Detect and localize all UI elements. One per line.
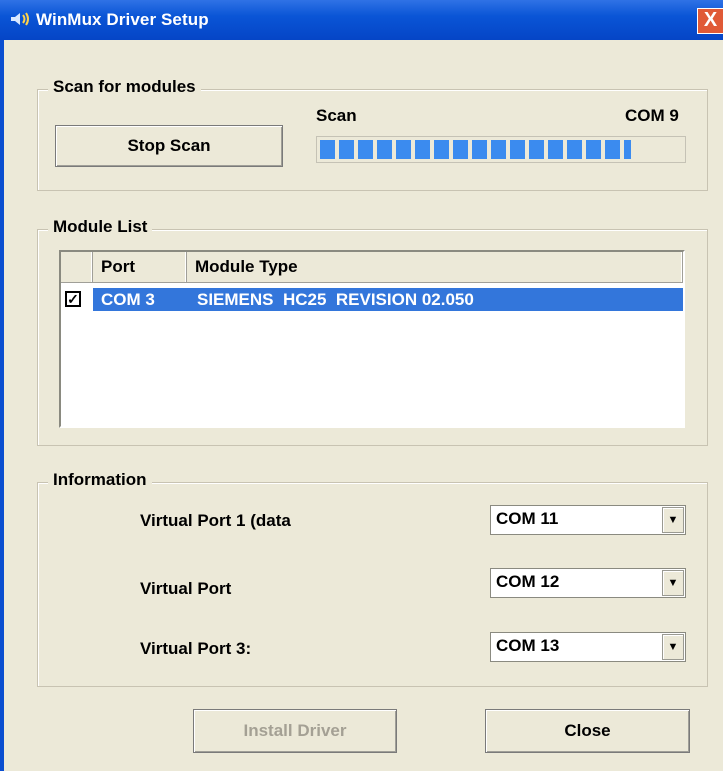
information-group-title: Information	[48, 470, 152, 490]
close-window-button[interactable]: X	[697, 8, 723, 34]
scan-group-title: Scan for modules	[48, 77, 201, 97]
virtual-port-2-label: Virtual Port	[140, 579, 232, 598]
chevron-down-icon[interactable]: ▼	[662, 570, 684, 596]
virtual-port-2-select[interactable]: COM 12 ▼	[490, 568, 686, 598]
virtual-port-2-value: COM 12	[496, 572, 560, 591]
speaker-icon	[11, 12, 29, 26]
install-driver-label: Install Driver	[243, 721, 347, 740]
row-port: COM 3	[101, 290, 155, 309]
chevron-down-icon[interactable]: ▼	[662, 634, 684, 660]
virtual-port-3-label: Virtual Port 3:	[140, 639, 252, 658]
scan-progress-fill	[320, 140, 631, 159]
virtual-port-1-select[interactable]: COM 11 ▼	[490, 505, 686, 535]
module-list-header: Port Module Type	[61, 252, 683, 283]
column-header-check[interactable]	[61, 252, 93, 282]
virtual-port-1-label: Virtual Port 1 (data	[140, 511, 291, 530]
column-header-port[interactable]: Port	[93, 252, 187, 282]
scan-current-port: COM 9	[625, 106, 679, 125]
install-driver-button[interactable]: Install Driver	[193, 709, 397, 753]
window-title: WinMux Driver Setup	[36, 10, 209, 29]
scan-progress-bar	[316, 136, 686, 163]
table-row[interactable]: ✓ COM 3 SIEMENS HC25 REVISION 02.050	[61, 288, 683, 311]
column-header-module-type[interactable]: Module Type	[187, 252, 683, 282]
scan-status-label: Scan	[316, 106, 357, 125]
check-icon: ✓	[67, 291, 79, 307]
title-bar[interactable]: WinMux Driver Setup X	[0, 0, 723, 40]
module-checkbox[interactable]: ✓	[65, 291, 81, 307]
winmux-driver-setup-window: WinMux Driver Setup X Scan for modules S…	[0, 0, 723, 771]
chevron-down-icon[interactable]: ▼	[662, 507, 684, 533]
virtual-port-3-select[interactable]: COM 13 ▼	[490, 632, 686, 662]
window-frame-left	[0, 40, 4, 771]
close-button[interactable]: Close	[485, 709, 690, 753]
module-list-group-title: Module List	[48, 217, 153, 237]
row-module-type: SIEMENS HC25 REVISION 02.050	[197, 290, 474, 309]
virtual-port-1-value: COM 11	[496, 509, 559, 528]
close-icon: X	[703, 9, 718, 31]
module-list[interactable]: Port Module Type ✓ COM 3 SIEMENS HC25 RE…	[59, 250, 685, 428]
stop-scan-button[interactable]: Stop Scan	[55, 125, 283, 167]
virtual-port-3-value: COM 13	[496, 636, 560, 655]
stop-scan-label: Stop Scan	[127, 136, 211, 155]
close-label: Close	[564, 721, 611, 740]
